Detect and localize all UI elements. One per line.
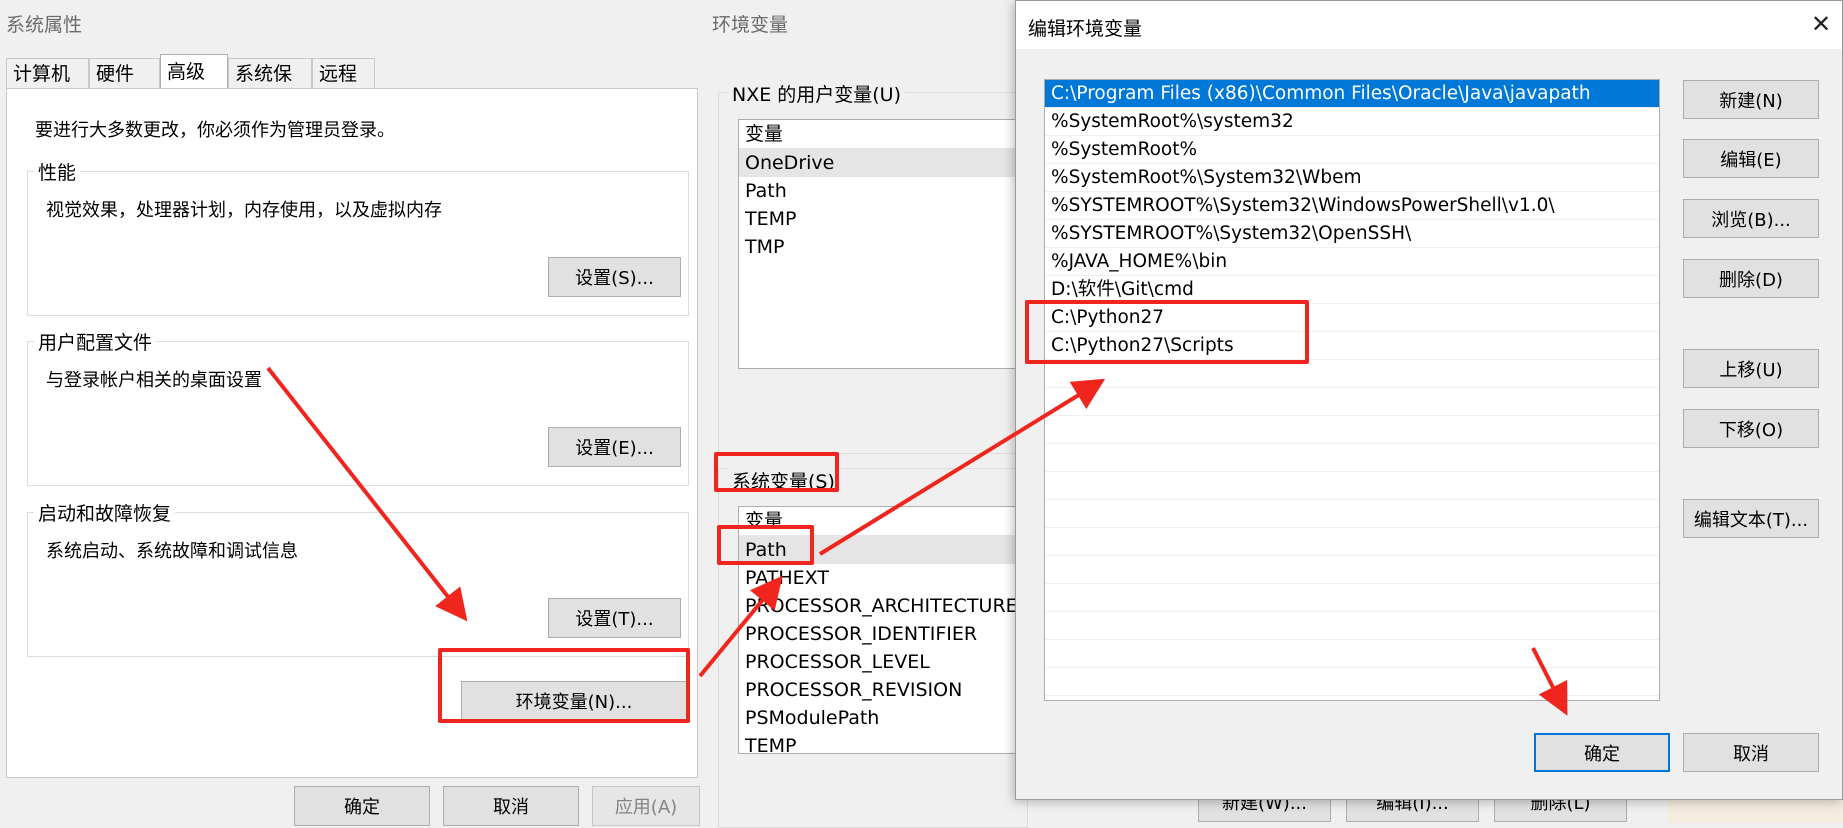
edit-path-button[interactable]: 编辑(E) — [1683, 139, 1819, 178]
empty-row[interactable] — [1045, 416, 1659, 444]
apply-button[interactable]: 应用(A) — [592, 786, 700, 826]
list-item[interactable]: PROCESSOR_IDENTIFIER — [739, 620, 1027, 648]
path-row[interactable]: %SystemRoot% — [1045, 136, 1659, 164]
dialog-title: 编辑环境变量 — [1028, 18, 1143, 40]
delete-path-button[interactable]: 删除(D) — [1683, 259, 1819, 298]
list-item[interactable]: PROCESSOR_LEVEL — [739, 648, 1027, 676]
move-up-button[interactable]: 上移(U) — [1683, 349, 1819, 388]
empty-row[interactable] — [1045, 556, 1659, 584]
startup-recovery-title: 启动和故障恢复 — [34, 499, 176, 526]
edit-text-button[interactable]: 编辑文本(T)... — [1683, 499, 1819, 538]
dialog-ok-button[interactable]: 确定 — [1534, 733, 1670, 772]
list-item[interactable]: PATHEXT — [739, 564, 1027, 592]
dialog-cancel-button[interactable]: 取消 — [1683, 733, 1819, 772]
path-list[interactable]: C:\Program Files (x86)\Common Files\Orac… — [1044, 79, 1660, 701]
user-profiles-desc: 与登录帐户相关的桌面设置 — [46, 370, 262, 391]
performance-settings-button[interactable]: 设置(S)... — [548, 257, 681, 297]
ok-button[interactable]: 确定 — [294, 786, 430, 826]
empty-row[interactable] — [1045, 612, 1659, 640]
admin-note: 要进行大多数更改，你必须作为管理员登录。 — [35, 120, 395, 141]
path-row[interactable]: C:\Python27 — [1045, 304, 1659, 332]
startup-recovery-group: 启动和故障恢复 系统启动、系统故障和调试信息 设置(T)... — [27, 499, 689, 657]
empty-row[interactable] — [1045, 500, 1659, 528]
startup-recovery-settings-button[interactable]: 设置(T)... — [548, 598, 681, 638]
user-profiles-title: 用户配置文件 — [34, 328, 157, 355]
system-vars-list[interactable]: 变量 Path PATHEXT PROCESSOR_ARCHITECTURE P… — [738, 506, 1028, 754]
user-vars-header[interactable]: 变量 — [739, 120, 1027, 149]
list-item[interactable]: TEMP — [739, 732, 1027, 753]
tab-computer-name[interactable]: 计算机名 — [6, 58, 89, 115]
list-item[interactable]: Path — [739, 177, 1027, 205]
window-title: 环境变量 — [712, 14, 789, 36]
list-item[interactable]: PROCESSOR_REVISION — [739, 676, 1027, 704]
empty-row[interactable] — [1045, 640, 1659, 668]
user-vars-label: NXE 的用户变量(U) — [728, 80, 906, 107]
environment-variables-window: 环境变量 NXE 的用户变量(U) 变量 OneDrive Path TEMP … — [700, 0, 1028, 828]
empty-row[interactable] — [1045, 444, 1659, 472]
empty-row[interactable] — [1045, 472, 1659, 500]
path-row[interactable]: D:\软件\Git\cmd — [1045, 276, 1659, 304]
edit-environment-variable-dialog: 编辑环境变量 ✕ C:\Program Files (x86)\Common F… — [1015, 0, 1843, 800]
path-row[interactable]: %SYSTEMROOT%\System32\OpenSSH\ — [1045, 220, 1659, 248]
performance-title: 性能 — [34, 158, 81, 185]
path-row[interactable]: %SYSTEMROOT%\System32\WindowsPowerShell\… — [1045, 192, 1659, 220]
new-path-button[interactable]: 新建(N) — [1683, 80, 1819, 119]
system-vars-header[interactable]: 变量 — [739, 507, 1027, 536]
path-row[interactable]: C:\Python27\Scripts — [1045, 332, 1659, 360]
advanced-tab-panel: 要进行大多数更改，你必须作为管理员登录。 性能 视觉效果，处理器计划，内存使用，… — [6, 88, 698, 778]
path-row[interactable]: %JAVA_HOME%\bin — [1045, 248, 1659, 276]
environment-variables-button[interactable]: 环境变量(N)... — [461, 681, 687, 721]
list-item[interactable]: PROCESSOR_ARCHITECTURE — [739, 592, 1027, 620]
close-icon[interactable]: ✕ — [1806, 9, 1836, 39]
empty-row[interactable] — [1045, 668, 1659, 696]
performance-desc: 视觉效果，处理器计划，内存使用，以及虚拟内存 — [46, 200, 442, 221]
browse-button[interactable]: 浏览(B)... — [1683, 199, 1819, 238]
user-profiles-settings-button[interactable]: 设置(E)... — [548, 427, 681, 467]
empty-row[interactable] — [1045, 360, 1659, 388]
list-item[interactable]: Path — [739, 536, 1027, 564]
empty-row[interactable] — [1045, 388, 1659, 416]
path-row[interactable]: %SystemRoot%\system32 — [1045, 108, 1659, 136]
list-item[interactable]: TEMP — [739, 205, 1027, 233]
list-item[interactable]: TMP — [739, 233, 1027, 261]
move-down-button[interactable]: 下移(O) — [1683, 409, 1819, 448]
list-item[interactable]: PSModulePath — [739, 704, 1027, 732]
tab-remote[interactable]: 远程 — [312, 58, 375, 88]
empty-row[interactable] — [1045, 528, 1659, 556]
empty-row[interactable] — [1045, 584, 1659, 612]
system-vars-label: 系统变量(S) — [728, 467, 839, 494]
list-item[interactable]: OneDrive — [739, 149, 1027, 177]
tab-system-protection[interactable]: 系统保护 — [228, 58, 312, 115]
desktop-background — [1668, 800, 1843, 823]
window-title: 系统属性 — [6, 14, 83, 36]
user-vars-list[interactable]: 变量 OneDrive Path TEMP TMP — [738, 119, 1028, 369]
path-row[interactable]: %SystemRoot%\System32\Wbem — [1045, 164, 1659, 192]
cancel-button[interactable]: 取消 — [443, 786, 579, 826]
user-profiles-group: 用户配置文件 与登录帐户相关的桌面设置 设置(E)... — [27, 328, 689, 486]
performance-group: 性能 视觉效果，处理器计划，内存使用，以及虚拟内存 设置(S)... — [27, 158, 689, 316]
tab-advanced[interactable]: 高级 — [160, 54, 228, 90]
path-row[interactable]: C:\Program Files (x86)\Common Files\Orac… — [1045, 80, 1659, 108]
startup-recovery-desc: 系统启动、系统故障和调试信息 — [46, 541, 298, 562]
tab-hardware[interactable]: 硬件 — [89, 58, 160, 88]
system-properties-window: 系统属性 计算机名 硬件 高级 系统保护 远程 要进行大多数更改，你必须作为管理… — [0, 0, 701, 826]
